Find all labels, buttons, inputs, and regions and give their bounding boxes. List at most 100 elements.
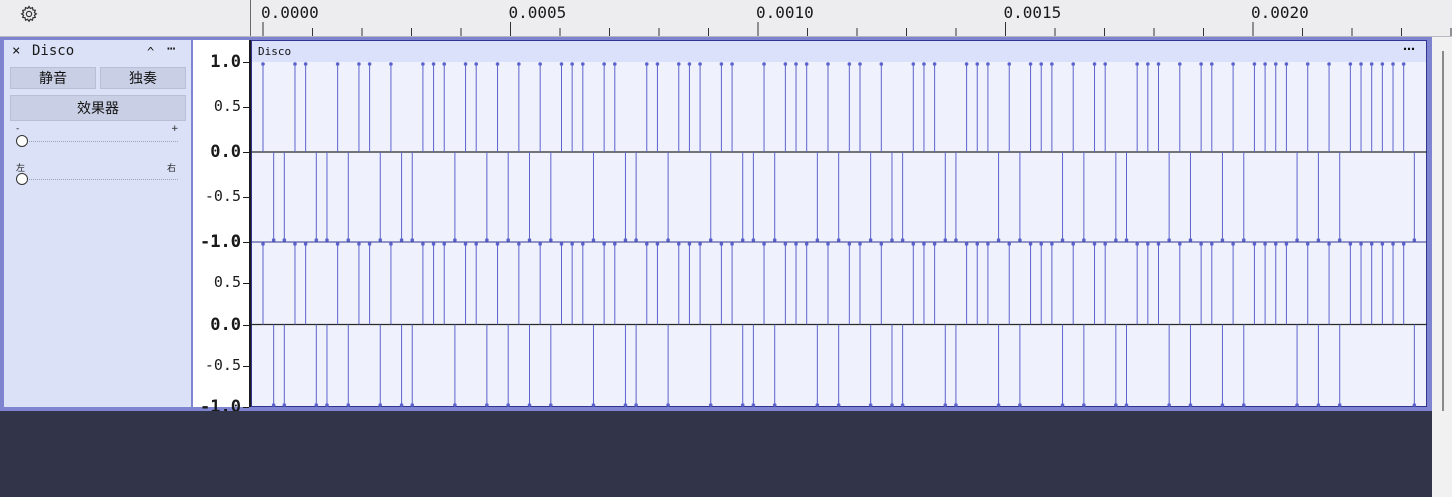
ruler-label: 0.0000 [261,3,319,22]
pan-slider-track[interactable] [18,179,178,180]
sample-point [996,238,1001,242]
scrollbar-thumb[interactable] [1442,51,1444,411]
mute-button[interactable]: 静音 [10,67,96,89]
sample-point [1284,62,1289,66]
clip-menu-icon[interactable]: ⋯ [1403,42,1416,56]
track-name[interactable]: Disco [32,43,74,59]
sample-point [1337,403,1342,407]
sample-point [1273,62,1278,66]
sample-point [740,403,745,407]
sample-point [794,62,798,66]
sample-point [293,242,297,246]
sample-point [772,238,777,242]
sample-point [911,242,916,246]
effects-button[interactable]: 效果器 [10,95,186,121]
sample-point [1380,62,1385,66]
sample-point [900,403,905,407]
sample-point [975,62,980,66]
sample-point [1028,62,1033,66]
vertical-scrollbar[interactable] [1432,37,1452,497]
ruler-label: 0.0020 [1251,3,1309,22]
clip-header[interactable]: Disco ⋯ [252,41,1426,62]
sample-point [847,242,852,246]
sample-point [1241,403,1246,407]
sample-point [1156,242,1161,246]
sample-point [346,238,351,242]
sample-point [570,242,574,246]
sample-point [1391,242,1395,246]
sample-point [1178,62,1182,66]
sample-point [794,242,798,246]
sample-point [1305,242,1310,246]
sample-point [943,238,948,242]
sample-point [1103,62,1107,66]
pan-slider-thumb[interactable] [16,173,28,185]
sample-point [314,238,319,242]
sample-point [517,242,521,246]
sample-point [378,238,383,242]
sample-point [1359,62,1363,66]
empty-track-space[interactable] [0,411,1432,497]
sample-point [463,62,468,66]
sample-point [1050,62,1054,66]
sample-point [858,62,862,66]
sample-point [868,238,873,242]
amplitude-label: 1.0 [210,232,241,252]
sample-point [634,238,638,242]
sample-point [559,242,564,246]
collapse-track-icon[interactable]: ^ [147,45,154,59]
sample-point [708,403,713,407]
gain-slider-track[interactable] [18,141,178,142]
sample-point [815,403,820,407]
sample-point [900,238,905,242]
sample-point [1369,242,1374,246]
sample-point [1146,62,1150,66]
sample-point [612,242,617,246]
sample-point [911,62,916,66]
sample-point [932,62,937,66]
sample-point [1220,403,1225,407]
sample-point [836,403,841,407]
ruler-label: 0.0010 [756,3,814,22]
sample-point [282,403,287,407]
sample-point [602,242,606,246]
sample-point [954,238,958,242]
solo-button[interactable]: 独奏 [100,67,186,89]
sample-point [772,403,777,407]
sample-point [549,238,553,242]
sample-point [1401,62,1406,66]
sample-point [922,62,926,66]
sample-point [538,62,542,66]
clip-name[interactable]: Disco [258,45,291,58]
waveform[interactable] [251,62,1427,409]
track-menu-icon[interactable]: ⋯ [167,41,175,57]
sample-point [719,242,724,246]
sample-point [527,403,532,407]
sample-point [346,403,351,407]
settings-button[interactable] [0,0,58,28]
sample-point [1124,403,1129,407]
sample-point [357,242,361,246]
sample-point [1082,238,1086,242]
ruler-label: 0.0005 [509,3,567,22]
sample-point [986,62,990,66]
sample-point [836,238,841,242]
sample-point [1359,242,1363,246]
sample-point [506,238,510,242]
sample-point [719,62,724,66]
sample-point [783,242,788,246]
sample-point [1092,62,1097,66]
sample-point [389,242,393,246]
sample-point [1348,242,1353,246]
sample-point [1039,62,1044,66]
time-ruler[interactable]: 0.0000 0.0005 0.0010 0.0015 0.0020 [251,0,1452,36]
sample-point [975,242,980,246]
sample-point [676,62,681,66]
gain-slider-thumb[interactable] [16,135,28,147]
close-track-icon[interactable]: × [12,43,20,59]
track-control-panel[interactable]: × Disco ^ ⋯ 静音 独奏 效果器 - + 左 右 [4,40,191,407]
sample-point [1156,62,1161,66]
sample-point [1071,62,1076,66]
sample-point [1018,403,1022,407]
sample-point [410,403,415,407]
